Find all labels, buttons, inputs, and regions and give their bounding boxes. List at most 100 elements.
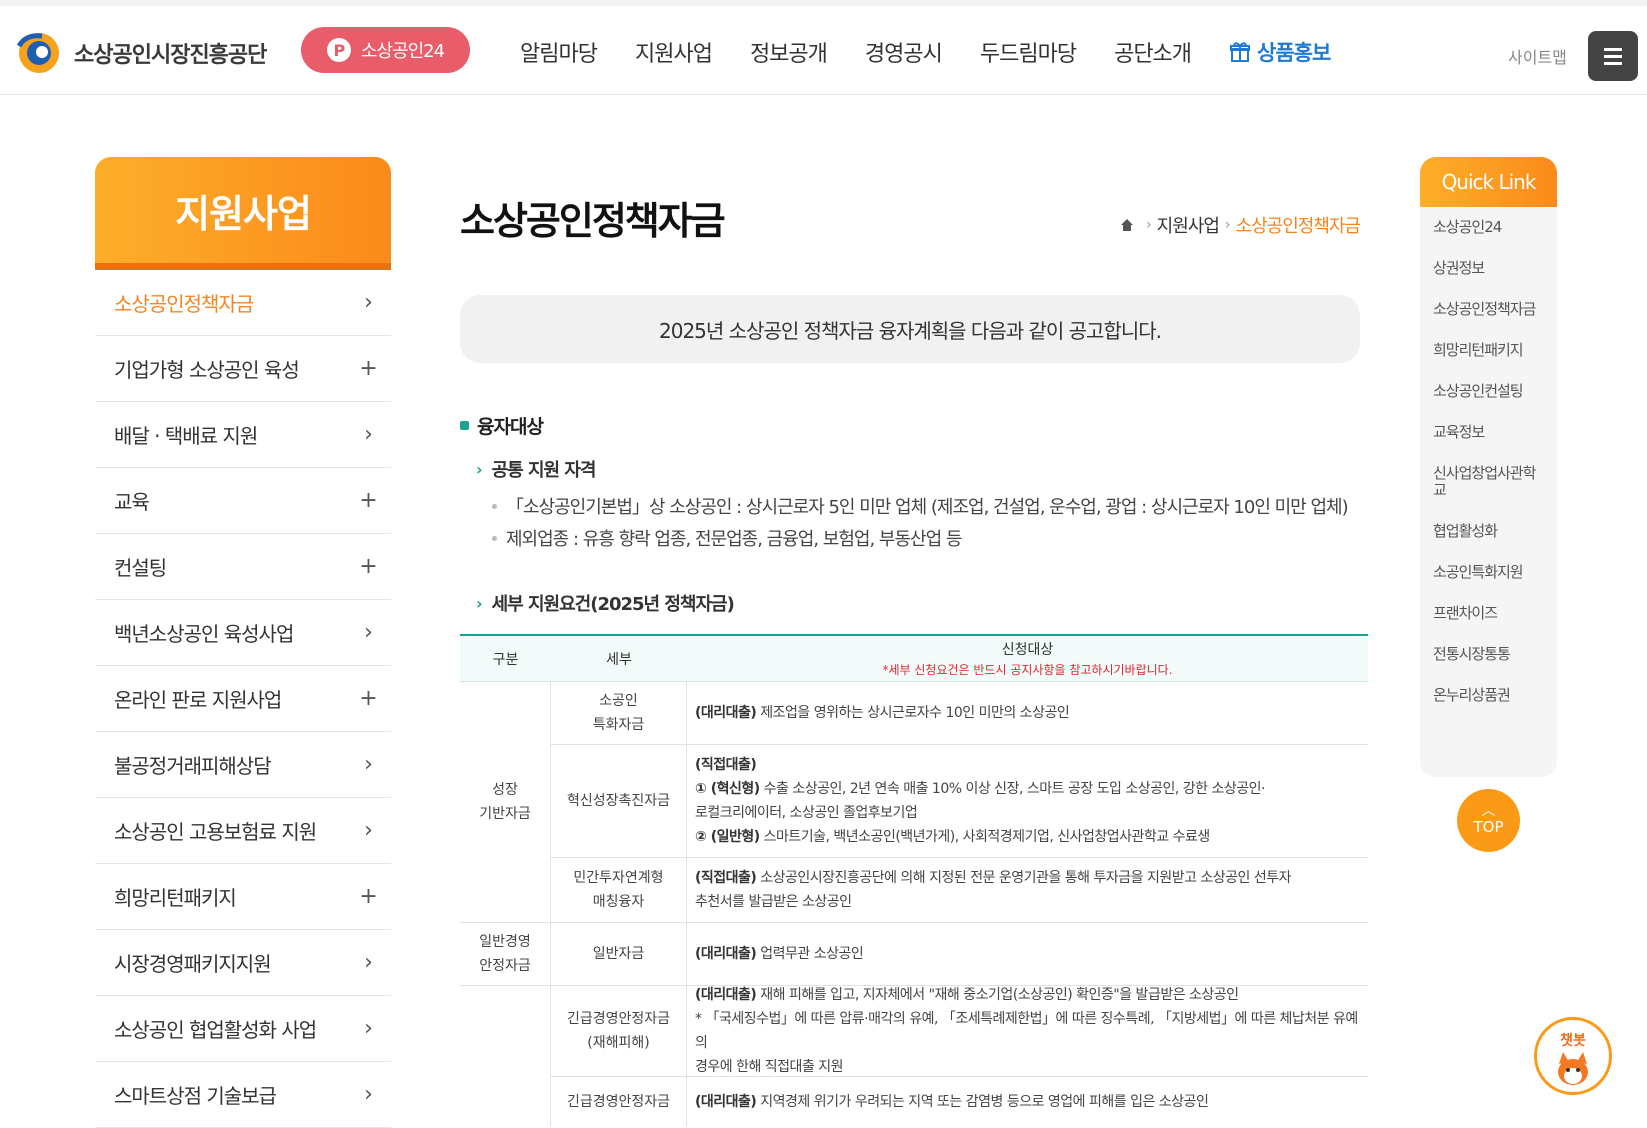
quick-link-item[interactable]: 희망리턴패키지 (1433, 342, 1543, 359)
quick-link-title: Quick Link (1420, 157, 1557, 207)
chevron-right-icon: › (364, 422, 373, 447)
bullet-dot-icon (492, 535, 497, 541)
site-logo[interactable]: 소상공인시장진흥공단 (14, 30, 267, 76)
side-nav-item[interactable]: 소상공인정책자금 › (95, 270, 391, 336)
side-nav-item[interactable]: 온라인 판로 지원사업 + (95, 666, 391, 732)
th-group: 구분 (492, 651, 519, 668)
quick-link-item[interactable]: 전통시장통통 (1433, 646, 1543, 663)
mascot-icon (1558, 1052, 1588, 1085)
side-nav-item-label: 스마트상점 기술보급 (114, 1084, 277, 1108)
loan-subtype: ② (일반형) (695, 829, 760, 845)
site-header: 소상공인시장진흥공단 P 소상공인24 알림마당 지원사업 정보공개 경영공시 … (0, 0, 1647, 95)
target-text: 지역경제 위기가 우려되는 지역 또는 감염병 등으로 영업에 피해를 입은 소… (756, 1093, 1209, 1110)
quick-link-item[interactable]: 프랜차이즈 (1433, 605, 1543, 622)
th-target: 신청대상 *세부 신청요건은 반드시 공지사항을 참고하시기바랍니다. (687, 636, 1368, 681)
quick-link-item[interactable]: 신사업창업사관학교 (1433, 465, 1543, 499)
bullet-item: 「소상공인기본법」상 소상공인 : 상시근로자 5인 미만 업체 (제조업, 건… (492, 493, 1349, 519)
p-logo-icon: P (326, 38, 351, 62)
section-heading-text: 융자대상 (477, 416, 544, 438)
target-text: 업력무관 소상공인 (756, 946, 864, 962)
chevron-right-icon: › (364, 752, 373, 777)
loan-type: (직접대출) (695, 870, 757, 886)
group-cell: 일반경영 안정자금 (460, 923, 551, 986)
gnb-item[interactable]: 지원사업 (635, 36, 713, 68)
subheading: › 공통 지원 자격 (476, 456, 596, 482)
table-row: 소공인 특화자금 (대리대출) 제조업을 영위하는 상시근로자수 10인 미만의… (551, 682, 1368, 745)
side-nav-item[interactable]: 스마트상점 기술보급 › (95, 1062, 391, 1128)
side-nav-item-label: 컨설팅 (114, 556, 167, 580)
bullet-text: 「소상공인기본법」상 소상공인 : 상시근로자 5인 미만 업체 (제조업, 건… (506, 497, 1349, 518)
chevron-right-icon: › (364, 818, 373, 843)
gnb-item[interactable]: 경영공시 (865, 36, 943, 68)
quick-link-item[interactable]: 소상공인24 (1433, 219, 1543, 236)
side-nav-item[interactable]: 백년소상공인 육성사업 › (95, 600, 391, 666)
menu-button[interactable] (1588, 31, 1638, 81)
loan-type: (대리대출) (695, 705, 757, 721)
side-nav-item[interactable]: 불공정거래피해상담 › (95, 732, 391, 798)
plus-icon: + (359, 356, 377, 381)
bullet-text: 제외업종 : 유흥 향락 업종, 전문업종, 금융업, 보험업, 부동산업 등 (506, 529, 962, 550)
quick-link-item[interactable]: 상권정보 (1433, 260, 1543, 277)
side-nav-item-label: 시장경영패키지지원 (114, 952, 272, 976)
promo-label: 상품홍보 (1257, 41, 1331, 65)
target-text: 로컬크리에이터, 소상공인 졸업후보기업 (695, 805, 918, 821)
quick-link-item[interactable]: 소공인특화지원 (1433, 564, 1543, 581)
pill-label: 소상공인24 (360, 41, 445, 62)
notice-box: 2025년 소상공인 정책자금 융자계획을 다음과 같이 공고합니다. (460, 295, 1360, 363)
gift-icon (1230, 42, 1251, 62)
target-text: 추천서를 발급받은 소상공인 (695, 894, 852, 910)
plus-icon: + (359, 884, 377, 909)
quick-link-item[interactable]: 협업활성화 (1433, 523, 1543, 540)
chevron-right-icon: › (364, 1082, 373, 1107)
promo-link[interactable]: 상품홍보 (1229, 36, 1331, 68)
gnb-item[interactable]: 공단소개 (1114, 36, 1192, 68)
sitemap-link[interactable]: 사이트맵 (1508, 44, 1567, 68)
global-nav: 알림마당 지원사업 정보공개 경영공시 두드림마당 공단소개 상품홍보 (520, 36, 1331, 68)
bullet-dot-icon (492, 503, 497, 509)
quick-link-item[interactable]: 소상공인정책자금 (1433, 301, 1543, 318)
quick-link-panel: Quick Link 소상공인24 상권정보소상공인정책자금희망리턴패키지소상공인… (1420, 157, 1557, 777)
sosanggongin24-button[interactable]: P 소상공인24 (301, 27, 470, 73)
chatbot-label: 챗봇 (1560, 1033, 1586, 1049)
home-icon[interactable] (1120, 218, 1134, 232)
side-nav-item[interactable]: 컨설팅 + (95, 534, 391, 600)
chevron-right-icon: › (364, 620, 373, 645)
loan-type: (대리대출) (695, 946, 757, 962)
side-nav-item[interactable]: 희망리턴패키지 + (95, 864, 391, 930)
quick-link-item[interactable]: 교육정보 (1433, 424, 1543, 441)
plus-icon: + (359, 554, 377, 579)
chevron-up-icon: ︿ (1481, 802, 1496, 819)
group-cell: 성장 기반자금 (460, 682, 551, 923)
breadcrumb-item[interactable]: 지원사업 (1157, 212, 1220, 238)
scroll-top-button[interactable]: ︿ TOP (1457, 789, 1520, 852)
table-row: 긴급경영안정자금 (대리대출) 지역경제 위기가 우려되는 지역 또는 감염병 … (551, 1077, 1368, 1126)
side-nav-item-label: 백년소상공인 육성사업 (114, 622, 294, 646)
quick-link-item[interactable]: 소상공인컨설팅 (1433, 383, 1543, 400)
side-nav-item-label: 불공정거래피해상담 (114, 754, 272, 778)
detail-cell: 긴급경영안정자금 (재해피해) (551, 986, 687, 1076)
breadcrumb-current: 소상공인정책자금 (1235, 216, 1361, 237)
target-text: 소상공인시장진흥공단에 의해 지정된 전문 운영기관을 통해 투자금을 지원받고… (756, 870, 1292, 886)
gnb-item[interactable]: 정보공개 (750, 36, 828, 68)
side-nav-item[interactable]: 소상공인 협업활성화 사업 › (95, 996, 391, 1062)
side-nav-item[interactable]: 기업가형 소상공인 육성 + (95, 336, 391, 402)
side-nav-item[interactable]: 시장경영패키지지원 › (95, 930, 391, 996)
table-header: 구분 세부 신청대상 *세부 신청요건은 반드시 공지사항을 참고하시기바랍니다… (460, 636, 1368, 682)
gnb-item[interactable]: 알림마당 (520, 36, 598, 68)
chatbot-button[interactable]: 챗봇 (1534, 1017, 1612, 1095)
side-nav-item[interactable]: 소상공인 고용보험료 지원 › (95, 798, 391, 864)
detail-cell: 민간투자연계형 매칭융자 (551, 858, 687, 922)
plus-icon: + (359, 686, 377, 711)
subheading-text: 공통 지원 자격 (491, 460, 597, 481)
section-heading: 융자대상 (460, 412, 544, 439)
chevron-right-icon: › (476, 459, 483, 479)
side-nav-item[interactable]: 배달 · 택배료 지원 › (95, 402, 391, 468)
table-row: 민간투자연계형 매칭융자 (직접대출) 소상공인시장진흥공단에 의해 지정된 전… (551, 858, 1368, 923)
gnb-item[interactable]: 두드림마당 (980, 36, 1077, 68)
quick-link-item[interactable]: 온누리상품권 (1433, 687, 1543, 704)
side-nav-item-label: 희망리턴패키지 (114, 886, 237, 910)
loan-type: (대리대출) (695, 1093, 757, 1110)
loan-type: (대리대출) (695, 987, 757, 1003)
target-cell: (대리대출) 제조업을 영위하는 상시근로자수 10인 미만의 소상공인 (687, 682, 1368, 744)
side-nav-item[interactable]: 교육 + (95, 468, 391, 534)
